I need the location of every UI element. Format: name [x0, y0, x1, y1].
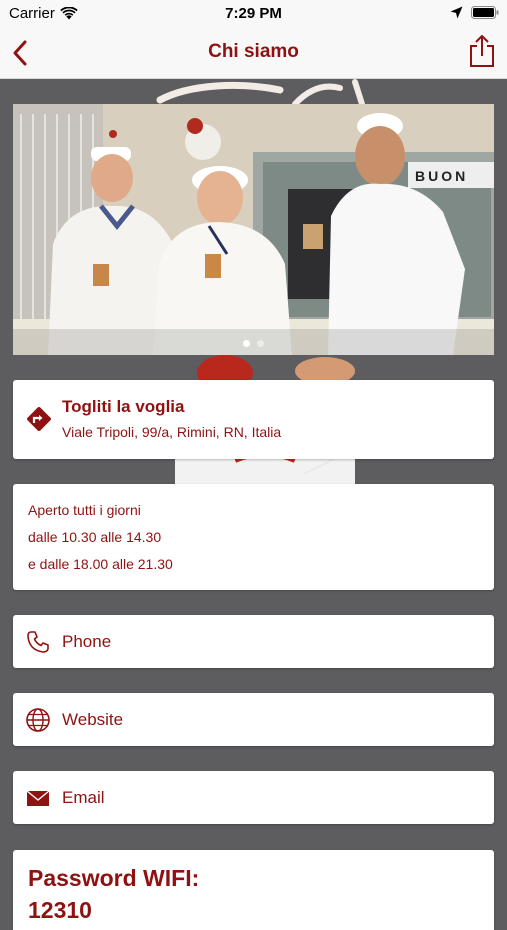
- carousel-dot-2[interactable]: [257, 340, 264, 347]
- wifi-password-card: Password WIFI: 12310: [13, 850, 494, 930]
- hours-line: dalle 10.30 alle 14.30: [28, 529, 162, 545]
- website-button[interactable]: Website: [13, 693, 494, 746]
- navigation-bar: Chi siamo: [0, 28, 507, 79]
- address-card[interactable]: Togliti la voglia Viale Tripoli, 99/a, R…: [13, 380, 494, 459]
- hero-photo-carousel[interactable]: BUON: [13, 104, 494, 355]
- team-photo: BUON: [13, 104, 494, 355]
- battery-icon: [471, 6, 499, 19]
- directions-icon: [27, 407, 51, 431]
- page-title: Chi siamo: [208, 41, 299, 62]
- carousel-page-indicator[interactable]: [13, 340, 494, 347]
- status-bar: Carrier 7:29 PM: [0, 0, 507, 28]
- envelope-icon: [26, 790, 50, 806]
- email-button[interactable]: Email: [13, 771, 494, 824]
- wifi-password: 12310: [28, 897, 92, 923]
- place-name: Togliti la voglia: [62, 397, 185, 416]
- globe-icon: [26, 708, 50, 732]
- place-address: Viale Tripoli, 99/a, Rimini, RN, Italia: [62, 424, 282, 440]
- shop-sign: BUON: [415, 168, 468, 184]
- hours-line: Aperto tutti i giorni: [28, 502, 141, 518]
- share-icon[interactable]: [468, 34, 496, 68]
- phone-button[interactable]: Phone: [13, 615, 494, 668]
- opening-hours-card: Aperto tutti i giorni dalle 10.30 alle 1…: [13, 484, 494, 590]
- phone-icon: [27, 631, 49, 653]
- location-arrow-icon: [450, 6, 463, 19]
- email-label: Email: [62, 788, 105, 807]
- hours-line: e dalle 18.00 alle 21.30: [28, 556, 173, 572]
- clock: 7:29 PM: [225, 5, 282, 22]
- carousel-dot-1[interactable]: [243, 340, 250, 347]
- wifi-title: Password WIFI:: [28, 865, 200, 891]
- website-label: Website: [62, 710, 124, 729]
- phone-label: Phone: [62, 632, 112, 651]
